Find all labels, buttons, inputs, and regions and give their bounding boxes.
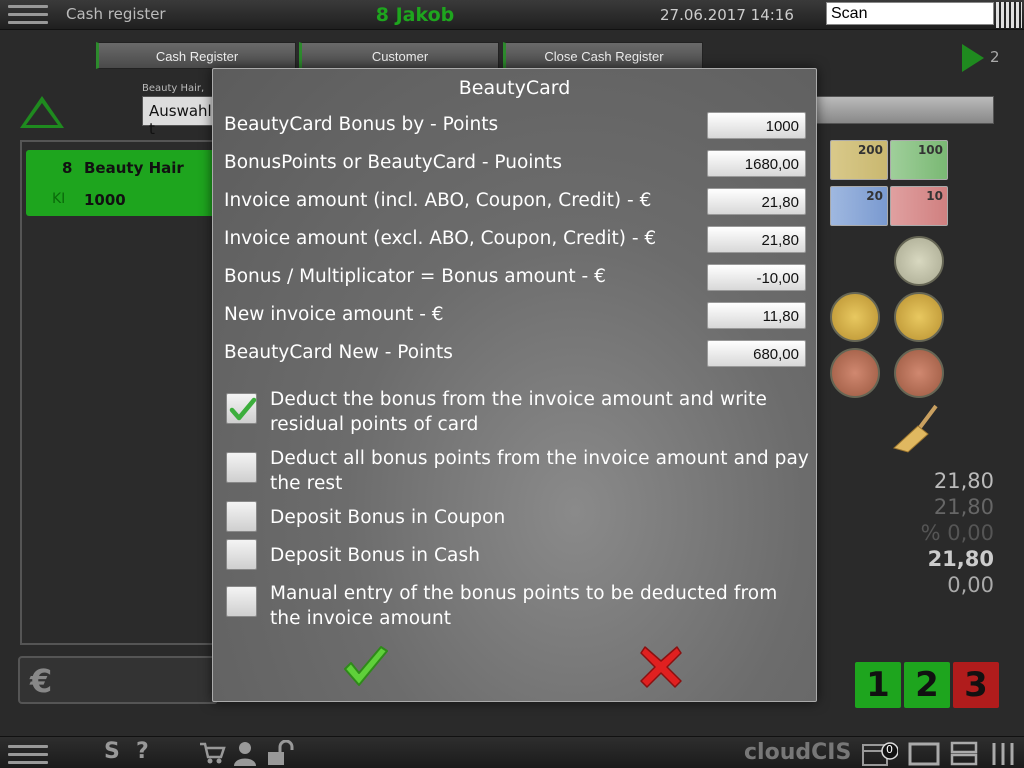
- scan-input[interactable]: [826, 2, 994, 25]
- row-label-bonus-amount: Bonus / Multiplicator = Bonus amount - €: [224, 266, 606, 287]
- option-deduct-all[interactable]: Deduct all bonus points from the invoice…: [270, 446, 810, 496]
- scroll-up-icon[interactable]: [20, 96, 64, 128]
- checkmark-icon: [229, 397, 257, 421]
- cart-icon[interactable]: [198, 741, 226, 765]
- checkbox-manual-entry[interactable]: [226, 586, 257, 617]
- brand-logo: cloudCIS: [744, 740, 852, 765]
- row-label-new-points: BeautyCard New - Points: [224, 342, 453, 363]
- group-label: Beauty Hair,: [142, 83, 205, 94]
- option-manual-entry[interactable]: Manual entry of the bonus points to be d…: [270, 581, 810, 631]
- bottom-bar: S ? cloudCIS 0: [0, 736, 1024, 768]
- coin-2-euro[interactable]: [894, 236, 944, 286]
- option-deposit-cash[interactable]: Deposit Bonus in Cash: [270, 543, 810, 568]
- bottom-menu-icon[interactable]: [8, 745, 48, 765]
- checkbox-deposit-cash[interactable]: [226, 539, 257, 570]
- menu-icon[interactable]: [8, 5, 48, 25]
- bill-200[interactable]: 200: [830, 140, 888, 180]
- value-bonus-amount[interactable]: -10,00: [707, 264, 806, 291]
- item-qty: 8: [62, 159, 73, 177]
- row-label-bonus-by-points: BeautyCard Bonus by - Points: [224, 114, 499, 135]
- checkbox-deduct-all[interactable]: [226, 452, 257, 483]
- item-name: Beauty Hair: [84, 159, 184, 177]
- total-amount: 21,80: [933, 469, 994, 493]
- value-invoice-incl[interactable]: 21,80: [707, 188, 806, 215]
- checkbox-deposit-coupon[interactable]: [226, 501, 257, 532]
- quick-button-3[interactable]: 3: [953, 662, 999, 708]
- row-label-new-invoice: New invoice amount - €: [224, 304, 444, 325]
- due-amount: 21,80: [927, 547, 994, 571]
- top-bar: Cash register 8 Jakob 27.06.2017 14:16: [0, 0, 1024, 30]
- play-icon[interactable]: [962, 44, 984, 72]
- dialog-title: BeautyCard: [458, 77, 571, 99]
- value-bonus-points[interactable]: 1680,00: [707, 150, 806, 177]
- s-button[interactable]: S: [104, 739, 120, 764]
- list-item[interactable]: 8 Beauty Hair KI 1000: [26, 150, 218, 216]
- row-label-invoice-incl: Invoice amount (incl. ABO, Coupon, Credi…: [224, 190, 652, 211]
- bill-10[interactable]: 10: [890, 186, 948, 226]
- group-select[interactable]: Auswahl t: [142, 96, 222, 138]
- calendar-badge: 0: [886, 743, 893, 756]
- play-count: 2: [990, 48, 1000, 66]
- split-view-icon[interactable]: [950, 741, 980, 767]
- subtotal-amount: 21,80: [933, 495, 994, 519]
- totals-panel: 21,80 21,80 % 0,00 21,80 0,00: [921, 468, 994, 598]
- unlock-icon[interactable]: [266, 740, 296, 766]
- date-time: 27.06.2017 14:16: [660, 6, 794, 24]
- beautycard-dialog: BeautyCard BeautyCard Bonus by - Points …: [212, 68, 817, 702]
- option-deposit-coupon[interactable]: Deposit Bonus in Coupon: [270, 505, 810, 530]
- option-deduct-bonus[interactable]: Deduct the bonus from the invoice amount…: [270, 387, 810, 437]
- qr-code-icon[interactable]: [996, 2, 1022, 28]
- user-icon[interactable]: [232, 740, 258, 766]
- app-title: Cash register: [66, 5, 166, 23]
- discount-percent: % 0,00: [920, 521, 994, 545]
- payment-input[interactable]: €: [18, 656, 218, 704]
- coin-50-cent[interactable]: [830, 292, 880, 342]
- value-invoice-excl[interactable]: 21,80: [707, 226, 806, 253]
- bill-20[interactable]: 20: [830, 186, 888, 226]
- item-price: 1000: [84, 191, 126, 209]
- row-label-invoice-excl: Invoice amount (excl. ABO, Coupon, Credi…: [224, 228, 657, 249]
- receipt-list: 8 Beauty Hair KI 1000: [20, 140, 220, 645]
- value-new-invoice[interactable]: 11,80: [707, 302, 806, 329]
- cancel-button[interactable]: [637, 643, 685, 691]
- coin-5-cent[interactable]: [830, 348, 880, 398]
- row-label-bonus-points: BonusPoints or BeautyCard - Puoints: [224, 152, 563, 173]
- quick-button-1[interactable]: 1: [855, 662, 901, 708]
- bill-100[interactable]: 100: [890, 140, 948, 180]
- help-icon[interactable]: ?: [136, 739, 149, 764]
- value-new-points[interactable]: 680,00: [707, 340, 806, 367]
- checkbox-deduct-bonus[interactable]: [226, 393, 257, 424]
- broom-icon[interactable]: [888, 404, 944, 454]
- confirm-button[interactable]: [341, 643, 391, 691]
- quick-button-2[interactable]: 2: [904, 662, 950, 708]
- current-user: 8 Jakob: [375, 4, 455, 26]
- tab-cash-register[interactable]: Cash Register: [96, 42, 296, 69]
- value-bonus-by-points[interactable]: 1000: [707, 112, 806, 139]
- columns-icon[interactable]: [990, 741, 1018, 767]
- item-code: KI: [52, 191, 66, 207]
- euro-icon: €: [30, 662, 53, 700]
- coin-20-cent[interactable]: [894, 292, 944, 342]
- change-amount: 0,00: [947, 573, 994, 597]
- window-icon[interactable]: [908, 742, 942, 766]
- tab-close-cash-register[interactable]: Close Cash Register: [503, 42, 703, 69]
- tab-customer[interactable]: Customer: [299, 42, 499, 69]
- group-select-bar[interactable]: [816, 96, 994, 124]
- coin-2-cent[interactable]: [894, 348, 944, 398]
